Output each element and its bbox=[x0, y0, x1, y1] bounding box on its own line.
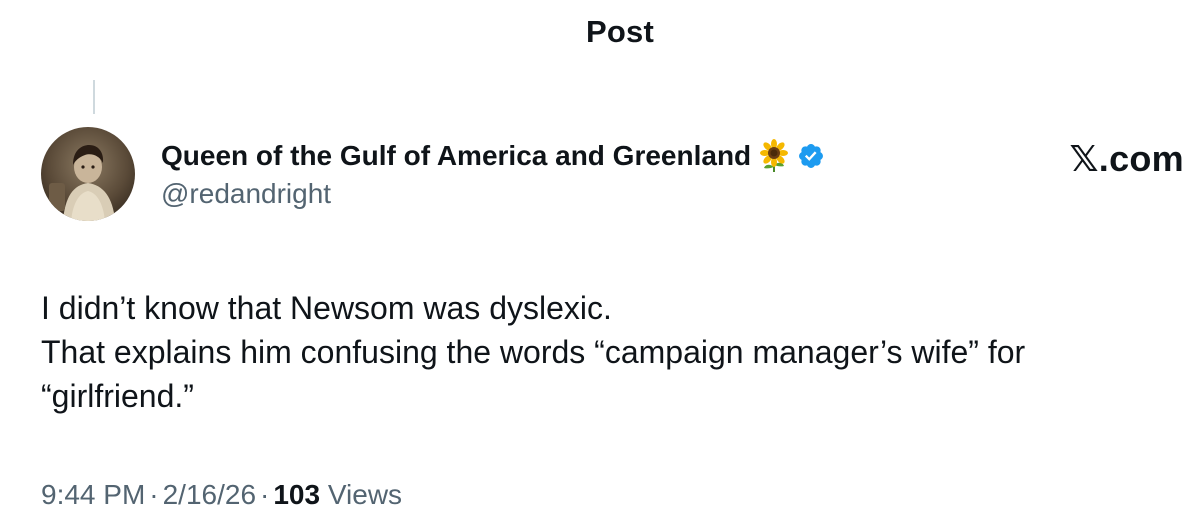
sunflower-icon bbox=[760, 139, 789, 172]
post-date[interactable]: 2/16/26 bbox=[163, 479, 256, 510]
avatar-photo bbox=[41, 127, 135, 221]
meta-separator: · bbox=[260, 479, 270, 510]
post-body: I didn’t know that Newsom was dyslexic. … bbox=[41, 286, 1191, 418]
views-label: Views bbox=[327, 479, 403, 510]
verified-badge-icon[interactable] bbox=[797, 142, 825, 170]
x-com-watermark: 𝕏.com bbox=[1069, 138, 1184, 179]
post-text-line: I didn’t know that Newsom was dyslexic. bbox=[41, 290, 612, 326]
page-title: Post bbox=[586, 14, 654, 49]
post-time[interactable]: 9:44 PM bbox=[41, 479, 145, 510]
views-count: 103 bbox=[273, 479, 321, 510]
avatar[interactable] bbox=[41, 127, 135, 221]
author-name-row[interactable]: Queen of the Gulf of America and Greenla… bbox=[161, 136, 825, 176]
post-metadata: 9:44 PM · 2/16/26 · 103 Views bbox=[41, 479, 402, 511]
thread-connector-line bbox=[93, 80, 95, 114]
post-text-line: “girlfriend.” bbox=[41, 378, 194, 414]
author-handle[interactable]: @redandright bbox=[161, 178, 331, 210]
meta-separator: · bbox=[149, 479, 159, 510]
author-display-name[interactable]: Queen of the Gulf of America and Greenla… bbox=[161, 140, 751, 172]
post-text-line: That explains him confusing the words “c… bbox=[41, 334, 1026, 370]
